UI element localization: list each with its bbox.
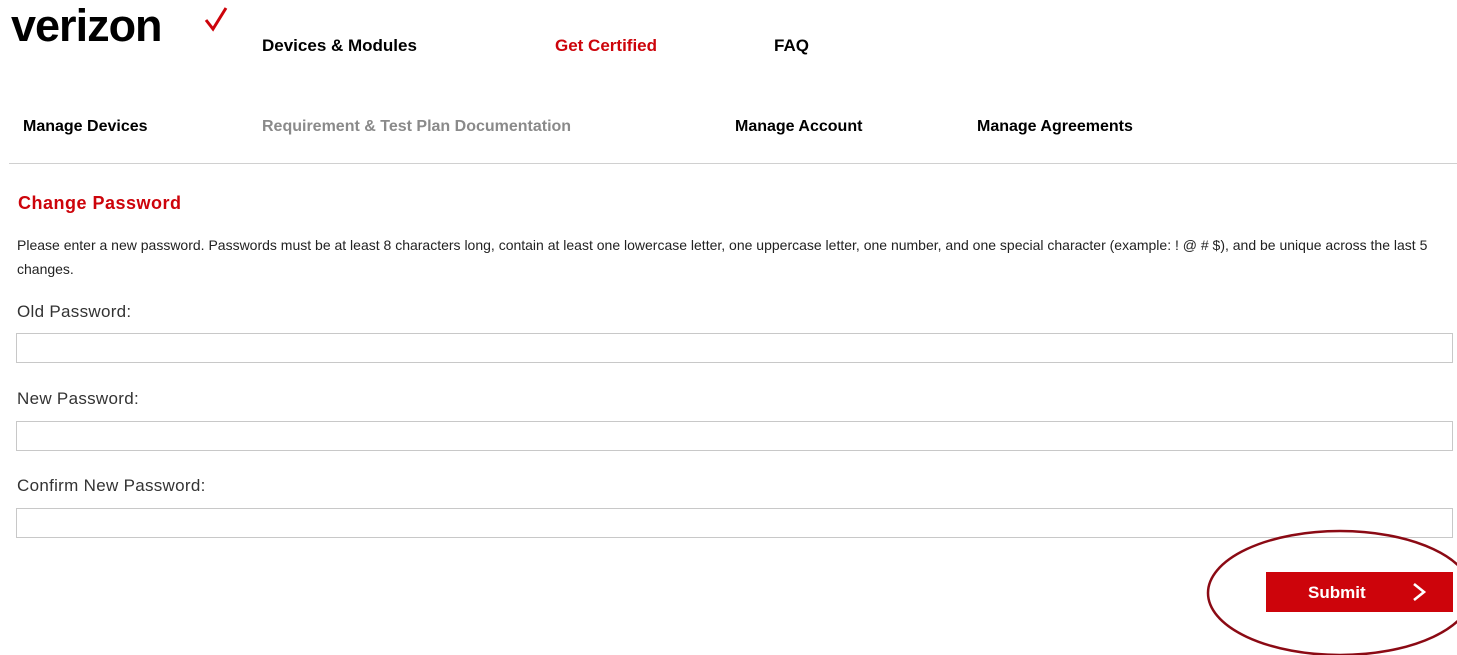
- password-instructions: Please enter a new password. Passwords m…: [17, 237, 1428, 277]
- submit-label: Submit: [1308, 583, 1366, 602]
- new-password-input[interactable]: [16, 421, 1453, 451]
- subnav-requirement-test-plan[interactable]: Requirement & Test Plan Documentation: [262, 118, 571, 136]
- nav-divider: [9, 163, 1457, 164]
- old-password-input[interactable]: [16, 333, 1453, 363]
- nav-get-certified[interactable]: Get Certified: [555, 36, 657, 56]
- subnav-manage-devices[interactable]: Manage Devices: [23, 118, 148, 136]
- old-password-label: Old Password:: [17, 302, 132, 321]
- checkmark-icon: [204, 7, 228, 32]
- page-title: Change Password: [18, 193, 182, 213]
- nav-devices-modules[interactable]: Devices & Modules: [262, 36, 417, 56]
- annotation-circle: [1206, 529, 1457, 655]
- submit-button[interactable]: Submit: [1266, 572, 1453, 612]
- new-password-label: New Password:: [17, 389, 139, 408]
- chevron-right-icon: [1413, 583, 1427, 601]
- confirm-password-label: Confirm New Password:: [17, 476, 206, 495]
- subnav-manage-agreements[interactable]: Manage Agreements: [977, 118, 1133, 136]
- subnav-manage-account[interactable]: Manage Account: [735, 118, 862, 136]
- nav-faq[interactable]: FAQ: [774, 36, 809, 56]
- verizon-logo[interactable]: verizon: [11, 0, 163, 52]
- confirm-password-input[interactable]: [16, 508, 1453, 538]
